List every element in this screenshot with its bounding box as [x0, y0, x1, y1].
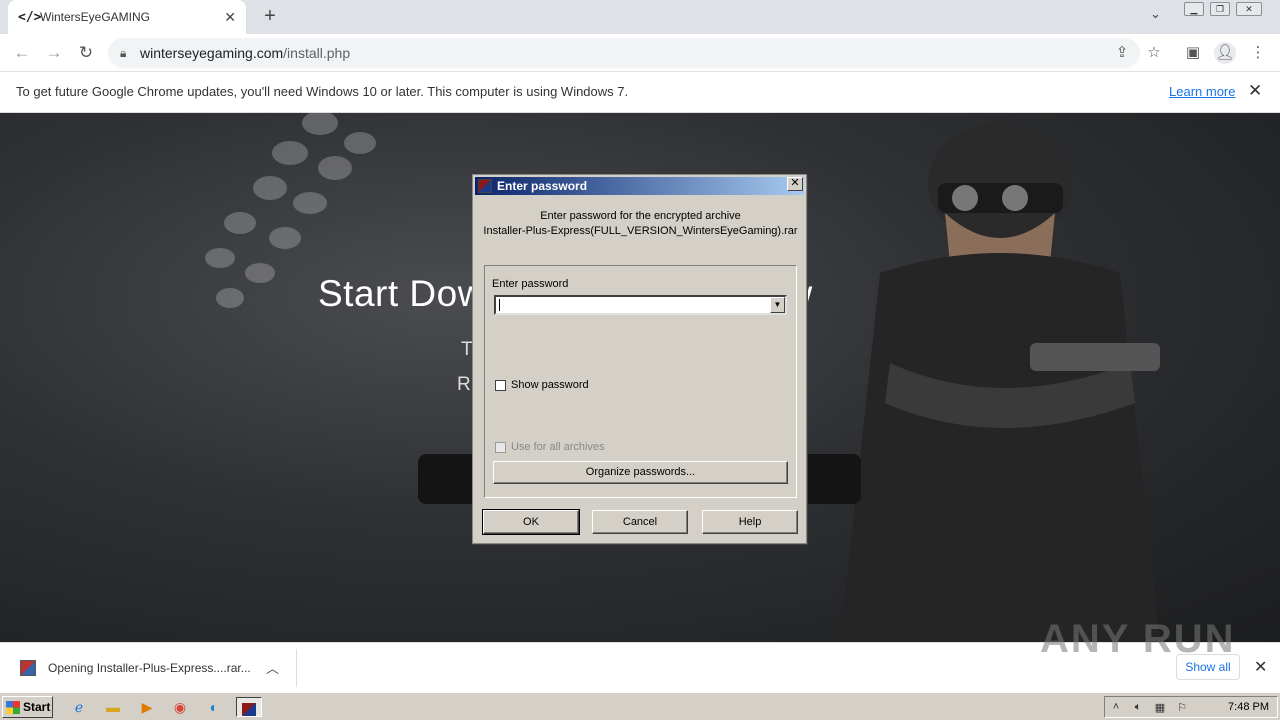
ok-button[interactable]: OK — [482, 509, 580, 535]
password-field-label: Enter password — [492, 278, 569, 290]
minimize-button[interactable]: ▁ — [1184, 2, 1204, 16]
bookmark-star-icon[interactable]: ☆ — [1143, 42, 1165, 64]
url-host: winterseyegaming.com — [140, 45, 284, 61]
code-favicon-icon: </> — [18, 9, 42, 25]
learn-more-link[interactable]: Learn more — [1169, 84, 1235, 99]
use-for-all-archives-label: Use for all archives — [511, 441, 605, 453]
side-panel-icon[interactable]: ▣ — [1182, 42, 1204, 64]
taskbar: Start ℯ ▬ ▶ ◉ ◐ ˄ 🔈︎ ▦ ⚐ 7:48 PM — [0, 692, 1280, 720]
dialog-message-line1: Enter password for the encrypted archive — [540, 210, 741, 222]
downloads-close-icon[interactable]: ✕ — [1254, 657, 1267, 677]
update-infobar: To get future Google Chrome updates, you… — [0, 72, 1280, 113]
tray-expand-icon[interactable]: ˄ — [1105, 701, 1127, 713]
browser-tab[interactable]: </> WintersEyeGAMING ✕ — [8, 0, 246, 34]
show-all-button[interactable]: Show all — [1176, 654, 1240, 680]
dialog-titlebar[interactable]: Enter password — [475, 177, 804, 195]
window-close-button[interactable]: ✕ — [1236, 2, 1262, 16]
system-tray: ˄ 🔈︎ ▦ ⚐ 7:48 PM — [1104, 696, 1278, 718]
start-button[interactable]: Start — [2, 696, 53, 718]
infobar-close-icon[interactable]: ✕ — [1248, 81, 1262, 101]
infobar-message: To get future Google Chrome updates, you… — [16, 84, 629, 99]
volume-icon[interactable]: 🔈︎ — [1127, 701, 1149, 714]
show-password-checkbox[interactable] — [495, 380, 506, 391]
windows-logo-icon — [6, 700, 20, 714]
tab-strip: </> WintersEyeGAMING ✕ + ⌄ ▁ ❐ ✕ — [0, 0, 1280, 34]
lock-icon: 🔒︎ — [120, 45, 127, 60]
back-arrow-icon[interactable]: ← — [11, 42, 33, 64]
winrar-icon — [478, 179, 492, 193]
media-player-icon[interactable]: ▶ — [136, 697, 158, 717]
download-item-text[interactable]: Opening Installer-Plus-Express....rar... — [48, 661, 251, 675]
tab-search-chevron-icon[interactable]: ⌄ — [1150, 6, 1161, 22]
tab-close-icon[interactable]: ✕ — [224, 9, 236, 26]
help-button[interactable]: Help — [702, 510, 798, 534]
ie-icon[interactable]: ℯ — [68, 697, 90, 717]
password-combobox[interactable]: ▼ — [494, 295, 787, 315]
share-icon[interactable]: ⇪ — [1111, 42, 1133, 64]
restore-button[interactable]: ❐ — [1210, 2, 1230, 16]
action-center-flag-icon[interactable]: ⚐ — [1171, 701, 1193, 714]
cancel-button[interactable]: Cancel — [592, 510, 688, 534]
divider — [296, 649, 297, 687]
enter-password-dialog: Enter password ✕ Enter password for the … — [472, 174, 807, 544]
new-tab-button[interactable]: + — [258, 4, 282, 28]
soldier-artwork — [840, 123, 1160, 642]
start-label: Start — [23, 700, 51, 714]
address-bar[interactable]: 🔒︎ winterseyegaming.com/install.php — [108, 38, 1140, 68]
network-icon[interactable]: ▦ — [1149, 701, 1171, 714]
tab-title: WintersEyeGAMING — [40, 10, 151, 24]
use-for-all-archives-checkbox — [495, 442, 506, 453]
archive-filename: Installer-Plus-Express(FULL_VERSION_Wint… — [483, 225, 798, 237]
forward-arrow-icon[interactable]: → — [43, 42, 65, 64]
menu-kebab-icon[interactable]: ⋮ — [1247, 42, 1269, 64]
rar-file-icon — [20, 660, 36, 676]
winrar-taskbar-icon[interactable] — [236, 697, 262, 717]
show-password-label[interactable]: Show password — [511, 379, 589, 391]
reload-icon[interactable]: ↻ — [75, 42, 97, 64]
chrome-icon[interactable]: ◉ — [169, 697, 191, 717]
dialog-title: Enter password — [497, 179, 588, 193]
text-caret — [499, 299, 500, 311]
profile-avatar-icon[interactable]: 👤︎ — [1214, 42, 1236, 64]
dialog-close-button[interactable]: ✕ — [787, 177, 803, 191]
dropdown-arrow-icon[interactable]: ▼ — [770, 297, 785, 313]
downloads-bar: ANY RUN Opening Installer-Plus-Express..… — [0, 617, 1280, 692]
browser-toolbar: ← → ↻ 🔒︎ winterseyegaming.com/install.ph… — [0, 34, 1280, 72]
chevron-up-icon[interactable]: ︿ — [266, 658, 279, 677]
url-path: /install.php — [283, 45, 351, 61]
explorer-folder-icon[interactable]: ▬ — [102, 697, 124, 717]
clock[interactable]: 7:48 PM — [1228, 701, 1269, 713]
organize-passwords-button[interactable]: Organize passwords... — [493, 461, 788, 484]
edge-icon[interactable]: ◐ — [203, 697, 225, 717]
